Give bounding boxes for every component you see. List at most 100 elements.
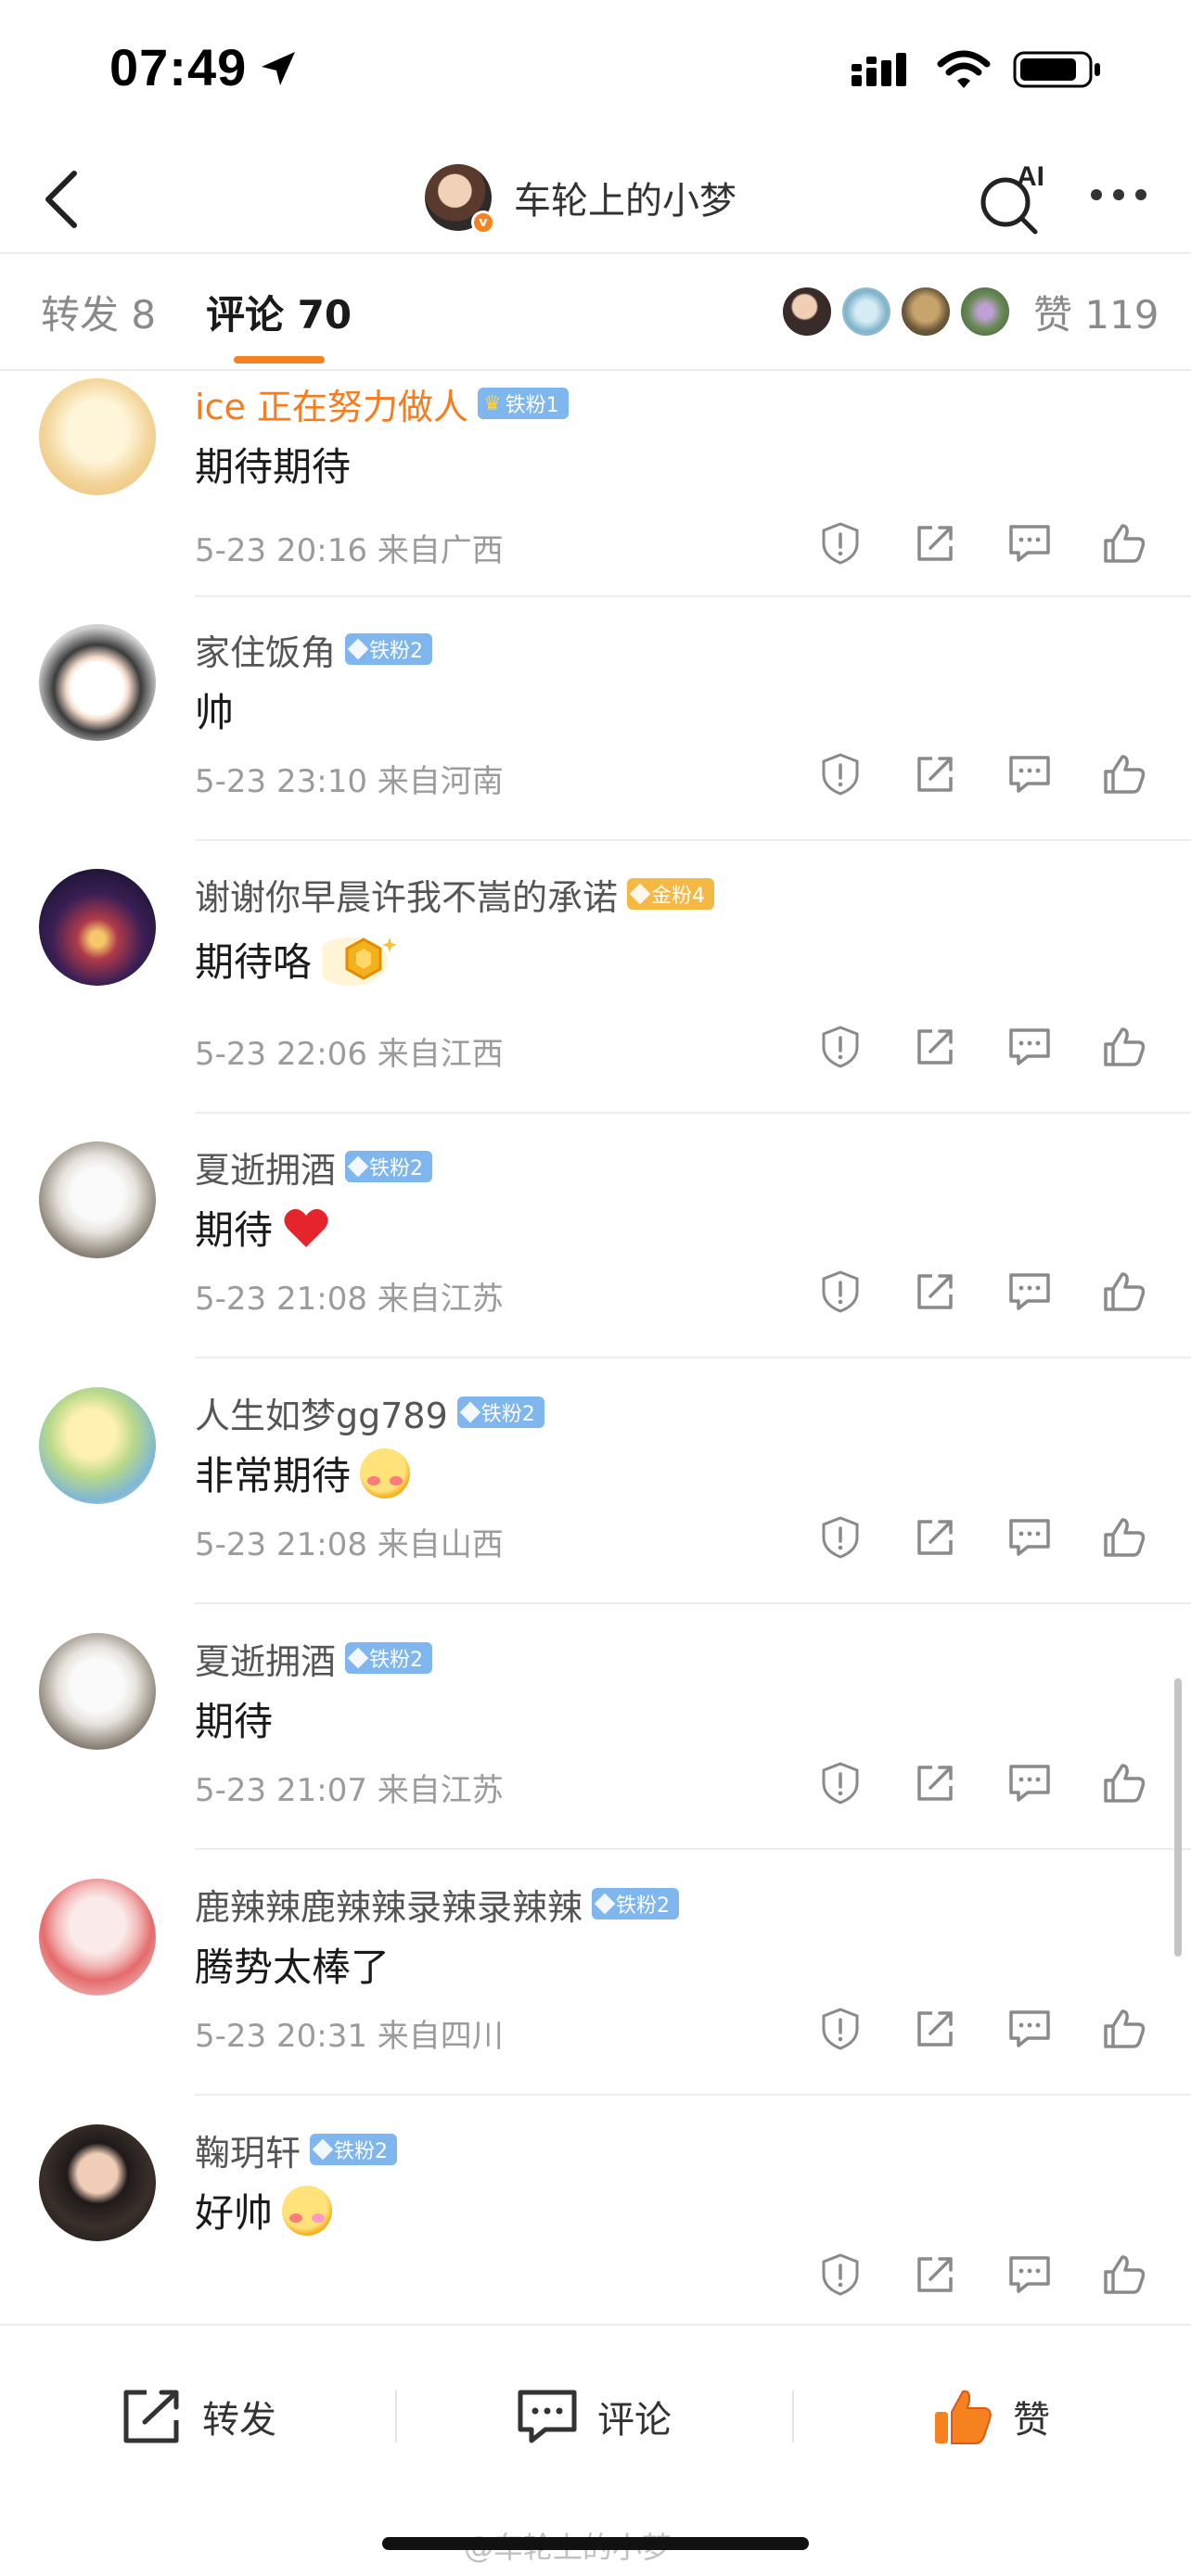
share-button[interactable] [911,1268,959,1316]
reply-button[interactable] [1005,2005,1054,2053]
comment-header: 鹿辣辣鹿辣辣录辣录辣辣 铁粉2 [195,1879,680,1930]
comment-username[interactable]: 夏逝拥酒 [195,1633,336,1684]
status-icons [852,48,1102,91]
dot-icon [1091,189,1102,200]
fan-badge[interactable]: 铁粉2 [345,633,433,665]
comment-username[interactable]: 夏逝拥酒 [195,1141,336,1192]
share-icon [917,757,953,792]
report-button[interactable] [816,1023,864,1071]
avatar[interactable] [39,2124,156,2241]
report-button[interactable] [816,1513,864,1562]
reply-button[interactable] [1005,1759,1054,1807]
wifi-icon [937,50,991,88]
like-button[interactable] [1100,2251,1148,2299]
share-button[interactable] [911,1759,959,1807]
report-button[interactable] [816,1268,864,1316]
avatar[interactable] [39,624,156,741]
like-button[interactable] [1100,2005,1148,2053]
comment-username[interactable]: 鹿辣辣鹿辣辣录辣录辣辣 [195,1879,583,1930]
reply-button[interactable] [1005,519,1054,567]
share-button[interactable] [911,2251,959,2299]
like-post-button[interactable]: 赞 [931,2379,1050,2454]
diamond-icon [347,1155,369,1178]
report-shield-icon [822,2253,859,2296]
comment-icon [1009,2010,1050,2047]
fan-badge[interactable]: 铁粉2 [456,1396,544,1428]
thumbs-up-icon [1104,1518,1146,1557]
scrollbar[interactable] [1174,1678,1182,1957]
repost-button[interactable]: 转发 [121,2379,276,2454]
comment-actions [816,1268,1148,1316]
report-button[interactable] [816,750,864,798]
comment-icon [1009,756,1050,793]
share-button[interactable] [911,1513,959,1562]
tab-comment[interactable]: 评论 70 [206,284,352,340]
fan-badge[interactable]: ♛ 铁粉1 [477,388,569,419]
share-button[interactable] [911,1023,959,1071]
fan-badge-label: 铁粉1 [505,394,559,417]
ai-search-button[interactable]: AI [974,156,1057,239]
report-button[interactable] [816,2005,864,2053]
fan-badge[interactable]: 铁粉2 [345,1642,433,1674]
ai-search-icon: AI [980,161,1044,235]
reply-button[interactable] [1005,1513,1054,1562]
share-button[interactable] [911,519,959,567]
tab-like[interactable]: 赞 119 [1033,284,1159,340]
report-button[interactable] [816,519,864,567]
like-button[interactable] [1100,519,1148,567]
reply-button[interactable] [1005,750,1054,798]
avatar[interactable] [39,378,156,495]
dot-icon [1113,189,1124,200]
comment-username[interactable]: 谢谢你早晨许我不嵩的承诺 [195,869,618,920]
fan-badge[interactable]: 铁粉2 [310,2134,398,2165]
repost-label: 转发 [202,2399,276,2442]
home-indicator[interactable] [382,2537,809,2550]
like-button[interactable] [1100,1268,1148,1316]
share-button[interactable] [911,2005,959,2053]
like-button[interactable] [1100,1023,1148,1071]
fan-badge-label: 铁粉2 [334,2140,389,2163]
reply-button[interactable] [1005,2251,1054,2299]
share-button[interactable] [911,750,959,798]
avatar[interactable] [39,1879,156,1996]
fan-badge[interactable]: 金粉4 [627,878,715,910]
comment-username[interactable]: 人生如梦gg789 [195,1387,448,1438]
reply-button[interactable] [1005,1023,1054,1071]
thumbs-up-icon [1104,1764,1146,1803]
avatar[interactable] [39,1141,156,1258]
like-button[interactable] [1100,1513,1148,1562]
avatar[interactable] [39,1633,156,1750]
tab-repost[interactable]: 转发 8 [41,284,156,340]
location-arrow-icon [262,52,295,85]
avatar[interactable] [39,1387,156,1504]
comment-username[interactable]: ice 正在努力做人 [195,378,468,429]
like-button[interactable] [1100,1759,1148,1807]
divider [195,2094,1191,2096]
comment-username[interactable]: 鞠玥轩 [195,2124,301,2175]
fan-badge[interactable]: 铁粉2 [592,1888,680,1919]
status-time: 07:49 [109,38,248,96]
avatar[interactable] [39,869,156,986]
divider [195,839,1191,841]
comment-meta: 5-23 22:06 来自江西 [195,1036,504,1073]
comment-username[interactable]: 家住饭角 [195,624,336,675]
back-button[interactable] [24,162,98,236]
comment-icon [1009,1519,1050,1556]
reply-button[interactable] [1005,1268,1054,1316]
comment-icon [1009,1028,1050,1065]
share-icon [917,526,953,561]
report-button[interactable] [816,1759,864,1807]
active-tab-indicator [234,356,325,363]
report-button[interactable] [816,2251,864,2299]
fan-badge[interactable]: 铁粉2 [345,1151,433,1182]
avatar [840,286,892,338]
status-bar: 07:49 [0,0,1191,139]
header-profile[interactable]: v 车轮上的小梦 [425,156,736,239]
comment-header: 夏逝拥酒 铁粉2 [195,1633,433,1684]
like-button[interactable] [1100,750,1148,798]
comment-text: 好帅 [195,2182,333,2238]
comment-button[interactable]: 评论 [516,2379,672,2454]
more-options-button[interactable] [1082,167,1156,223]
liker-avatars[interactable] [781,286,1011,338]
crown-icon: ♛ [482,391,502,415]
